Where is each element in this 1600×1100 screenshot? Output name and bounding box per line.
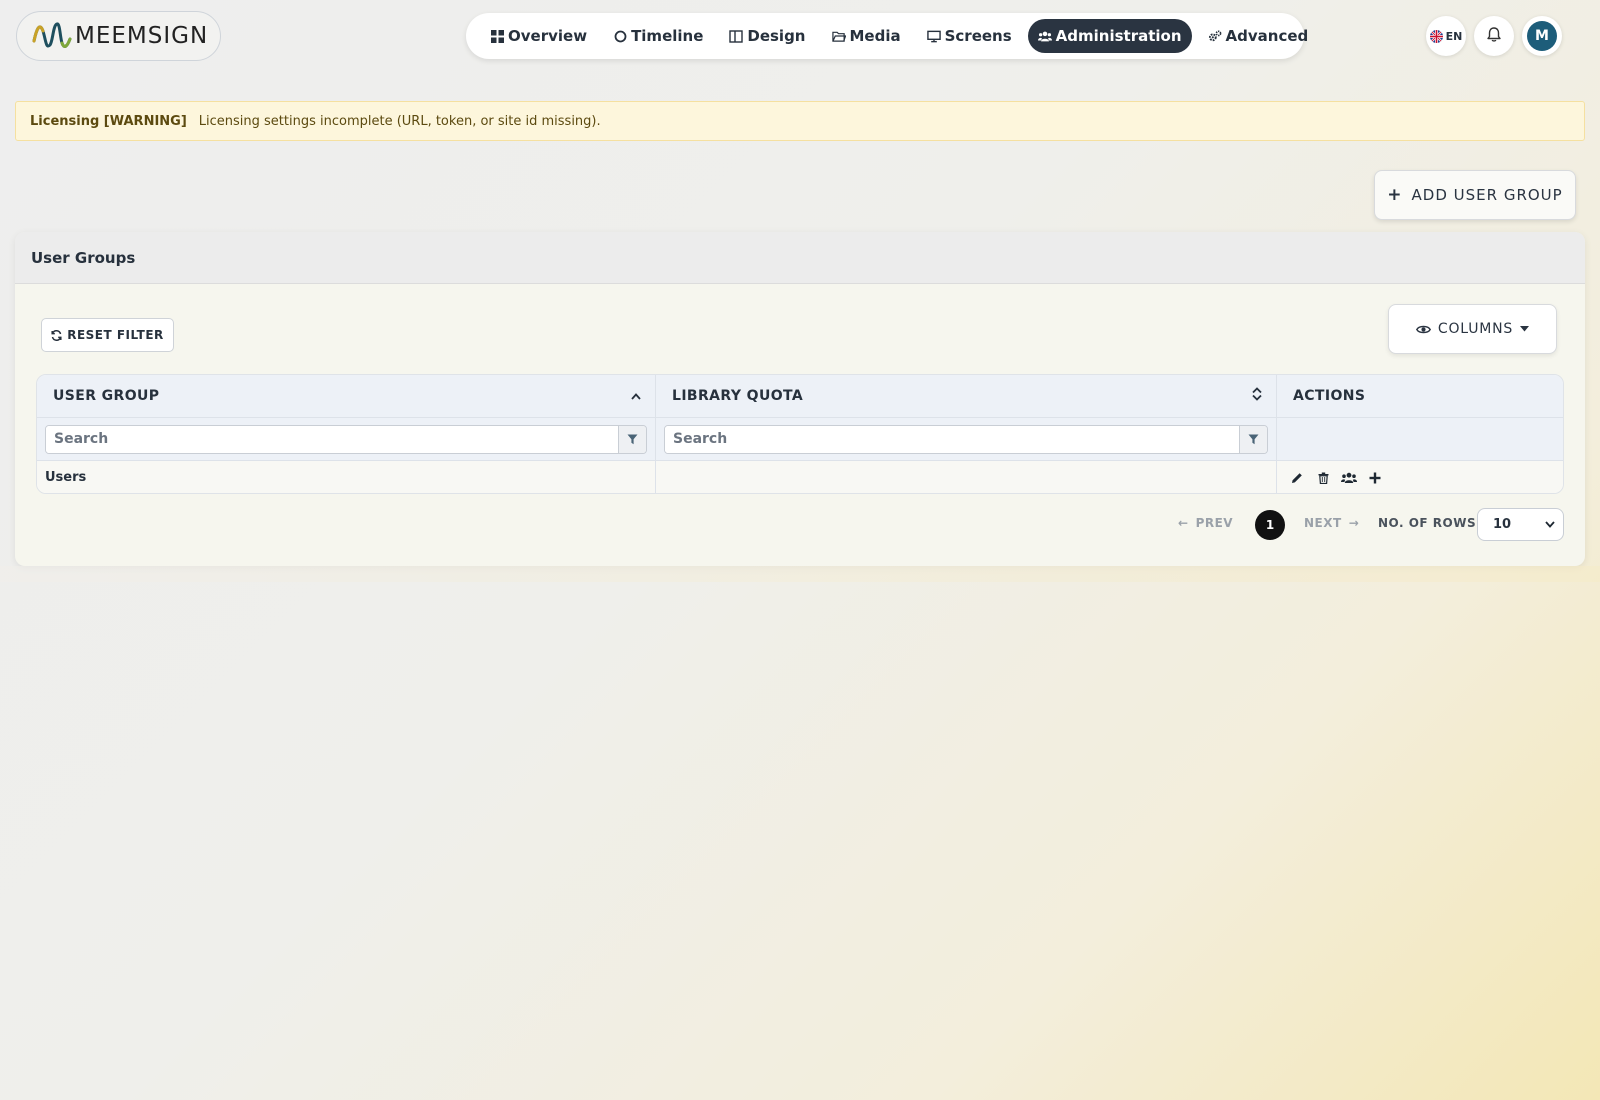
add-user-group-label: ADD USER GROUP xyxy=(1411,186,1563,204)
nav-timeline[interactable]: Timeline xyxy=(603,19,713,53)
nav-design[interactable]: Design xyxy=(719,19,815,53)
column-header-actions: ACTIONS xyxy=(1277,375,1563,417)
grid-icon xyxy=(490,29,504,43)
rows-per-page-select[interactable]: 10 xyxy=(1477,508,1564,541)
users-icon xyxy=(1037,29,1052,43)
avatar: M xyxy=(1527,21,1557,51)
language-button[interactable]: EN xyxy=(1426,16,1466,56)
columns-label: COLUMNS xyxy=(1437,321,1514,337)
layout-icon xyxy=(729,29,744,43)
filter-icon xyxy=(1248,430,1259,449)
rows-per-page-label: NO. OF ROWS xyxy=(1378,516,1477,530)
members-icon[interactable] xyxy=(1341,470,1357,486)
user-menu-button[interactable]: M xyxy=(1522,16,1562,56)
user-group-cell: Users xyxy=(37,461,656,493)
nav-design-label: Design xyxy=(747,27,806,45)
user-group-filter-cell xyxy=(37,418,656,460)
licensing-alert: Licensing [WARNING] Licensing settings i… xyxy=(15,101,1585,141)
cogs-icon xyxy=(1208,29,1222,43)
library-quota-filter-cell xyxy=(656,418,1277,460)
next-page-button[interactable]: NEXT → xyxy=(1304,516,1359,530)
arrow-right-icon: → xyxy=(1348,516,1360,530)
table-header-row: USER GROUP LIBRARY QUOTA ACTIONS xyxy=(37,375,1563,418)
brand-name: MEEMSIGN xyxy=(75,23,209,49)
library-quota-cell xyxy=(656,461,1277,493)
page-number-button[interactable]: 1 xyxy=(1255,510,1285,540)
column-header-library-quota[interactable]: LIBRARY QUOTA xyxy=(656,375,1277,417)
nav-overview-label: Overview xyxy=(508,27,588,45)
library-quota-search-input[interactable] xyxy=(665,425,1239,453)
monitor-icon xyxy=(926,29,941,43)
sort-icon[interactable] xyxy=(1252,387,1262,405)
chevron-down-icon xyxy=(1545,517,1555,532)
nav-media[interactable]: Media xyxy=(822,19,911,53)
card-title: User Groups xyxy=(15,232,1585,284)
filter-icon xyxy=(627,430,638,449)
alert-title: Licensing [WARNING] xyxy=(30,113,187,129)
page-footer-band xyxy=(0,566,1600,582)
folder-icon xyxy=(831,29,846,43)
nav-overview[interactable]: Overview xyxy=(480,19,597,53)
nav-advanced[interactable]: Advanced xyxy=(1198,19,1319,53)
top-bar: MEEMSIGN Overview Timeline Design Media xyxy=(0,0,1600,72)
nav-administration[interactable]: Administration xyxy=(1027,19,1192,53)
alert-message: Licensing settings incomplete (URL, toke… xyxy=(198,113,601,129)
reset-filter-button[interactable]: RESET FILTER xyxy=(41,318,174,352)
user-groups-card: User Groups RESET FILTER COLUMNS USER GR… xyxy=(15,232,1585,566)
sort-asc-icon[interactable] xyxy=(631,388,641,404)
column-header-label: LIBRARY QUOTA xyxy=(672,388,804,404)
column-header-user-group[interactable]: USER GROUP xyxy=(37,375,656,417)
brand-logo[interactable]: MEEMSIGN xyxy=(16,11,221,61)
refresh-icon xyxy=(51,329,62,341)
user-group-search-input[interactable] xyxy=(46,425,618,453)
main-nav: Overview Timeline Design Media Screens A… xyxy=(466,13,1308,59)
reset-filter-label: RESET FILTER xyxy=(67,328,164,342)
library-quota-filter xyxy=(664,424,1268,454)
nav-advanced-label: Advanced xyxy=(1225,27,1309,45)
edit-icon[interactable] xyxy=(1289,470,1305,486)
notifications-button[interactable] xyxy=(1474,16,1514,56)
actions-filter-cell xyxy=(1277,418,1563,460)
table-row[interactable]: Users xyxy=(37,461,1563,493)
user-group-filter-button[interactable] xyxy=(618,425,646,453)
rows-per-page-value: 10 xyxy=(1493,517,1512,532)
actions-cell xyxy=(1277,461,1563,493)
user-groups-table: USER GROUP LIBRARY QUOTA ACTIONS Search … xyxy=(36,374,1564,494)
pagination: ← PREV 1 NEXT → NO. OF ROWS 10 xyxy=(15,508,1585,542)
nav-media-label: Media xyxy=(849,27,901,45)
plus-icon[interactable] xyxy=(1367,470,1383,486)
logo-wave-icon xyxy=(32,22,72,48)
circle-icon xyxy=(613,29,627,43)
nav-screens-label: Screens xyxy=(944,27,1012,45)
library-quota-filter-button[interactable] xyxy=(1239,425,1267,453)
column-header-label: ACTIONS xyxy=(1293,388,1366,404)
nav-administration-label: Administration xyxy=(1055,27,1182,45)
prev-label: PREV xyxy=(1195,516,1234,530)
bell-icon xyxy=(1486,26,1502,47)
add-user-group-button[interactable]: + ADD USER GROUP xyxy=(1374,170,1576,220)
column-header-label: USER GROUP xyxy=(53,388,160,404)
arrow-left-icon: ← xyxy=(1178,516,1189,530)
nav-screens[interactable]: Screens xyxy=(917,19,1022,53)
language-code: EN xyxy=(1445,29,1463,43)
eye-icon xyxy=(1415,324,1431,335)
caret-down-icon xyxy=(1520,326,1530,332)
plus-icon: + xyxy=(1387,185,1403,205)
trash-icon[interactable] xyxy=(1315,470,1331,486)
uk-flag-icon xyxy=(1429,29,1443,43)
nav-timeline-label: Timeline xyxy=(631,27,704,45)
table-filter-row xyxy=(37,418,1563,461)
prev-page-button[interactable]: ← PREV xyxy=(1178,516,1233,530)
user-group-filter xyxy=(45,424,647,454)
columns-button[interactable]: COLUMNS xyxy=(1388,304,1557,354)
next-label: NEXT xyxy=(1304,516,1342,530)
